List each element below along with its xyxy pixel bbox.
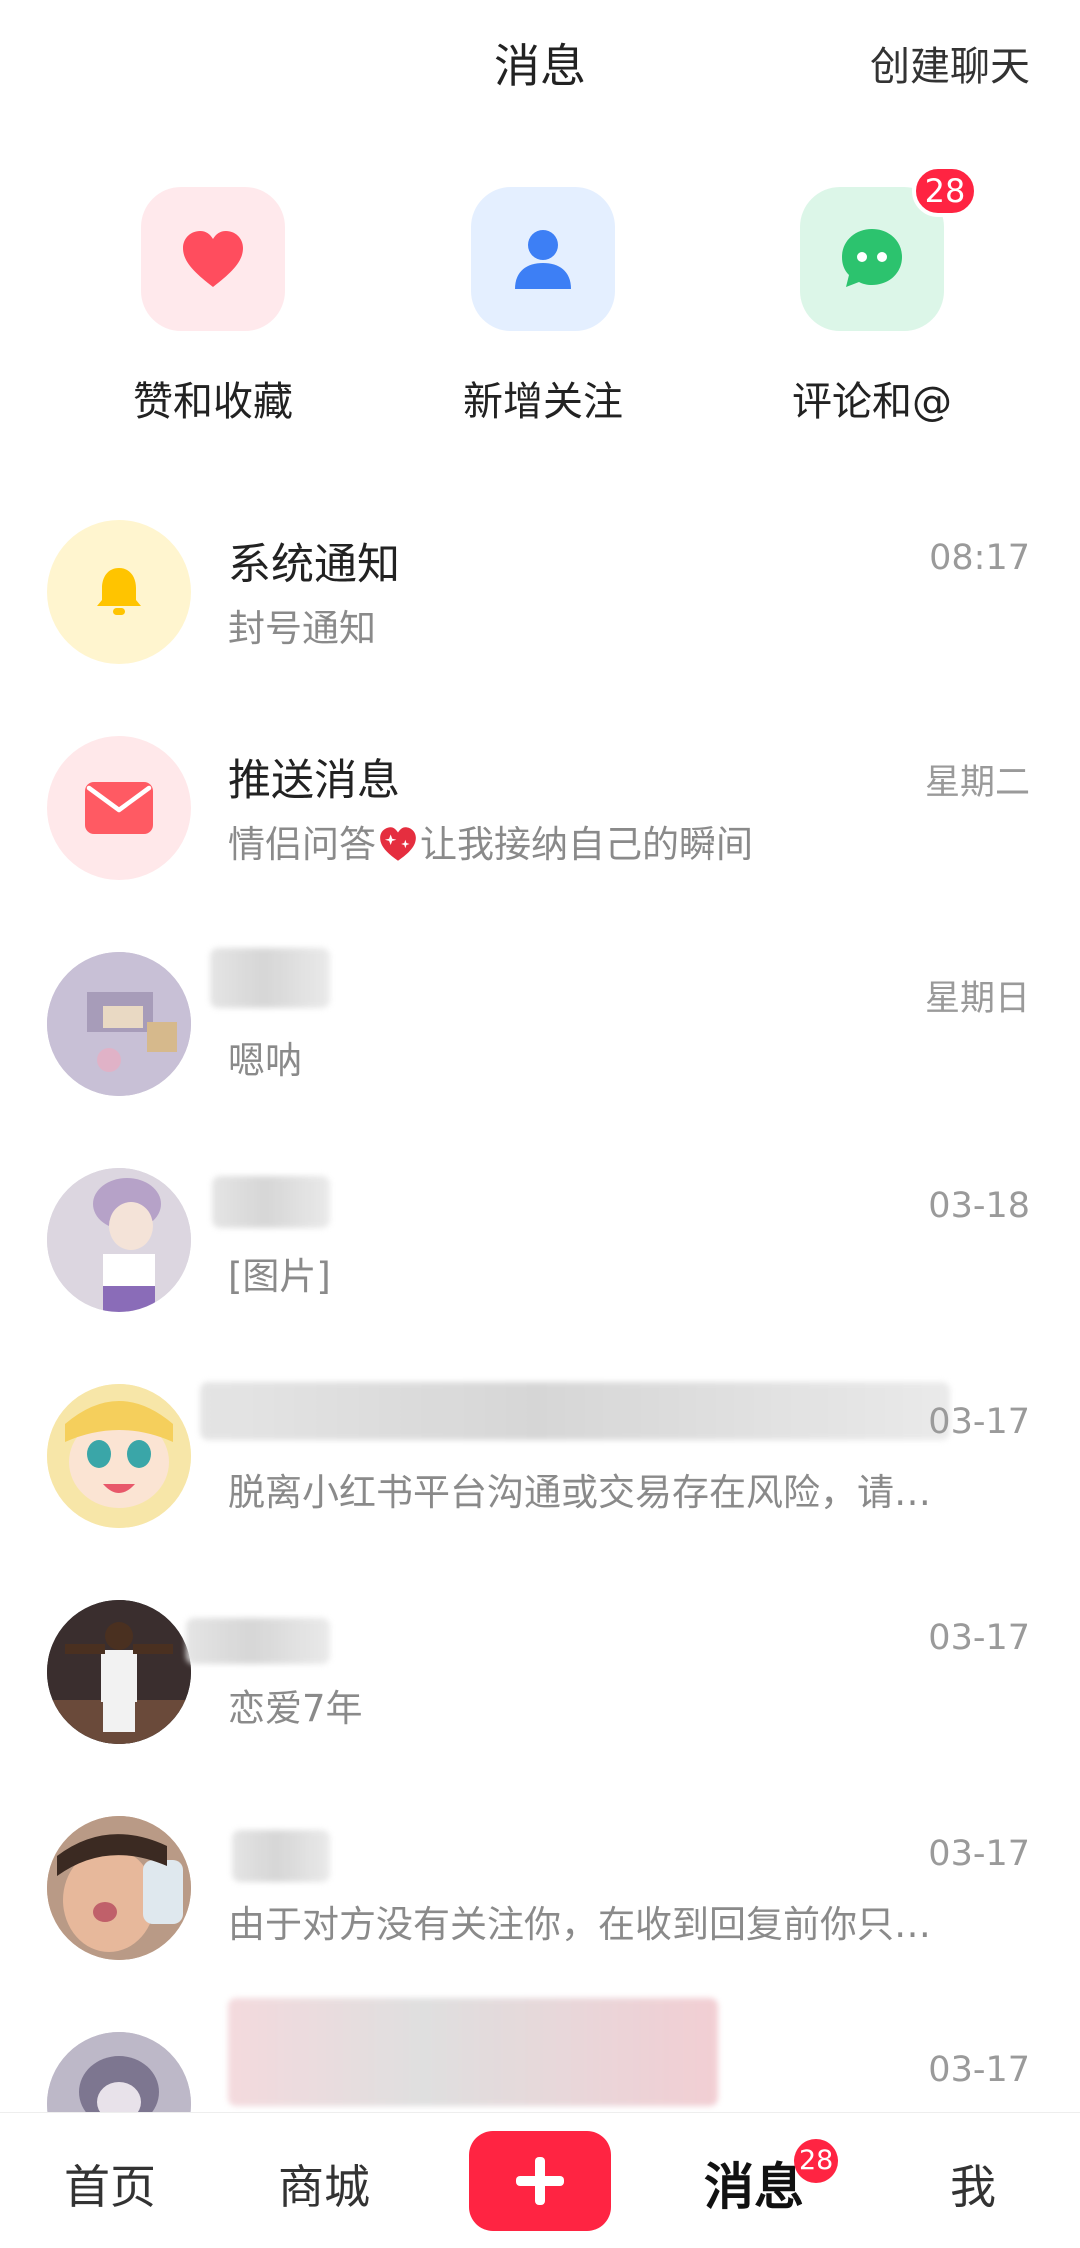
conversation-row[interactable]: 脱离小红书平台沟通或交易存在风险，请… 03-17 [0,1374,1080,1590]
preview-text-after: 让我接纳自己的瞬间 [420,823,753,866]
preview-text-before: 情侣问答 [228,823,376,866]
create-post-button[interactable] [469,2131,611,2231]
user-avatar [47,1384,191,1528]
follows-label: 新增关注 [463,379,623,425]
avatar-image [47,1600,191,1744]
plus-icon [516,2157,564,2205]
conversation-row[interactable]: 恋爱7年 03-17 [0,1590,1080,1806]
nav-mall-tab[interactable]: 商城 [278,2151,370,2217]
comments-badge: 28 [912,165,978,217]
conversation-row[interactable]: [图片] 03-18 [0,1158,1080,1374]
conversation-time: 星期二 [924,763,1030,803]
create-chat-button[interactable]: 创建聊天 [870,34,1030,92]
chat-bubble-icon [842,229,902,287]
bell-icon [97,568,141,615]
conversation-time: 03-17 [928,1402,1030,1442]
user-avatar [47,952,191,1096]
conversation-preview: 情侣问答 让我接纳自己的瞬间 [228,814,1028,868]
bottom-navigation: 首页 商城 消息 28 我 [0,2112,1080,2248]
redacted-name [210,948,330,1008]
avatar-image [47,952,191,1096]
conversation-preview: 由于对方没有关注你，在收到回复前你只… [228,1903,931,1946]
comments-tile[interactable]: 28 [800,165,978,331]
conversation-time: 星期日 [924,979,1030,1019]
heart-icon [183,231,243,287]
conversation-preview: 嗯呐 [228,1039,302,1082]
redacted-name [228,1998,718,2106]
likes-label: 赞和收藏 [133,379,293,425]
new-followers-shortcut[interactable]: 新增关注 [423,180,663,427]
conversation-row[interactable]: 嗯呐 星期日 [0,942,1080,1158]
conversation-name: 推送消息 [228,756,400,806]
conversation-preview: 封号通知 [228,607,376,650]
likes-tile[interactable] [141,187,285,331]
redacted-name [200,1382,950,1440]
avatar-image [47,1816,191,1960]
conversation-time: 03-18 [928,1186,1030,1226]
comments-and-mentions-shortcut[interactable]: 28 评论和@ [752,165,992,427]
conversation-time: 08:17 [929,538,1030,578]
nav-me-tab[interactable]: 我 [950,2151,996,2217]
comments-label: 评论和@ [792,379,952,425]
conversation-preview: 恋爱7年 [228,1687,363,1730]
follows-tile[interactable] [471,187,615,331]
header: 消息 创建聊天 [0,0,1080,120]
conversation-preview: [图片] [228,1255,331,1298]
redacted-name [232,1830,330,1882]
avatar-image [47,1168,191,1312]
conversation-preview: 脱离小红书平台沟通或交易存在风险，请… [228,1471,931,1514]
user-avatar [47,1168,191,1312]
user-avatar [47,1816,191,1960]
conversation-time: 03-17 [928,1834,1030,1874]
sparkle-heart-icon [380,827,416,861]
conversation-time: 03-17 [928,1618,1030,1658]
shortcut-row: 赞和收藏 新增关注 28 评论和@ [0,165,1080,440]
user-avatar [47,1600,191,1744]
system-avatar [47,520,191,664]
envelope-icon [85,782,153,834]
push-avatar [47,736,191,880]
person-icon [515,230,571,289]
messages-badge: 28 [794,2139,839,2183]
nav-messages-tab[interactable]: 消息 [704,2147,804,2219]
avatar-image [47,1384,191,1528]
redacted-name [186,1618,330,1664]
conversation-row-system[interactable]: 系统通知 封号通知 08:17 [0,510,1080,726]
conversation-name: 系统通知 [228,540,400,590]
redacted-name [212,1176,330,1228]
likes-and-favorites-shortcut[interactable]: 赞和收藏 [93,180,333,427]
conversation-time: 03-17 [928,2050,1030,2090]
nav-home-tab[interactable]: 首页 [64,2151,156,2217]
conversation-row-push[interactable]: 推送消息 情侣问答 让我接纳自己的瞬间 星期二 [0,726,1080,942]
conversation-row[interactable]: 由于对方没有关注你，在收到回复前你只… 03-17 [0,1806,1080,2022]
